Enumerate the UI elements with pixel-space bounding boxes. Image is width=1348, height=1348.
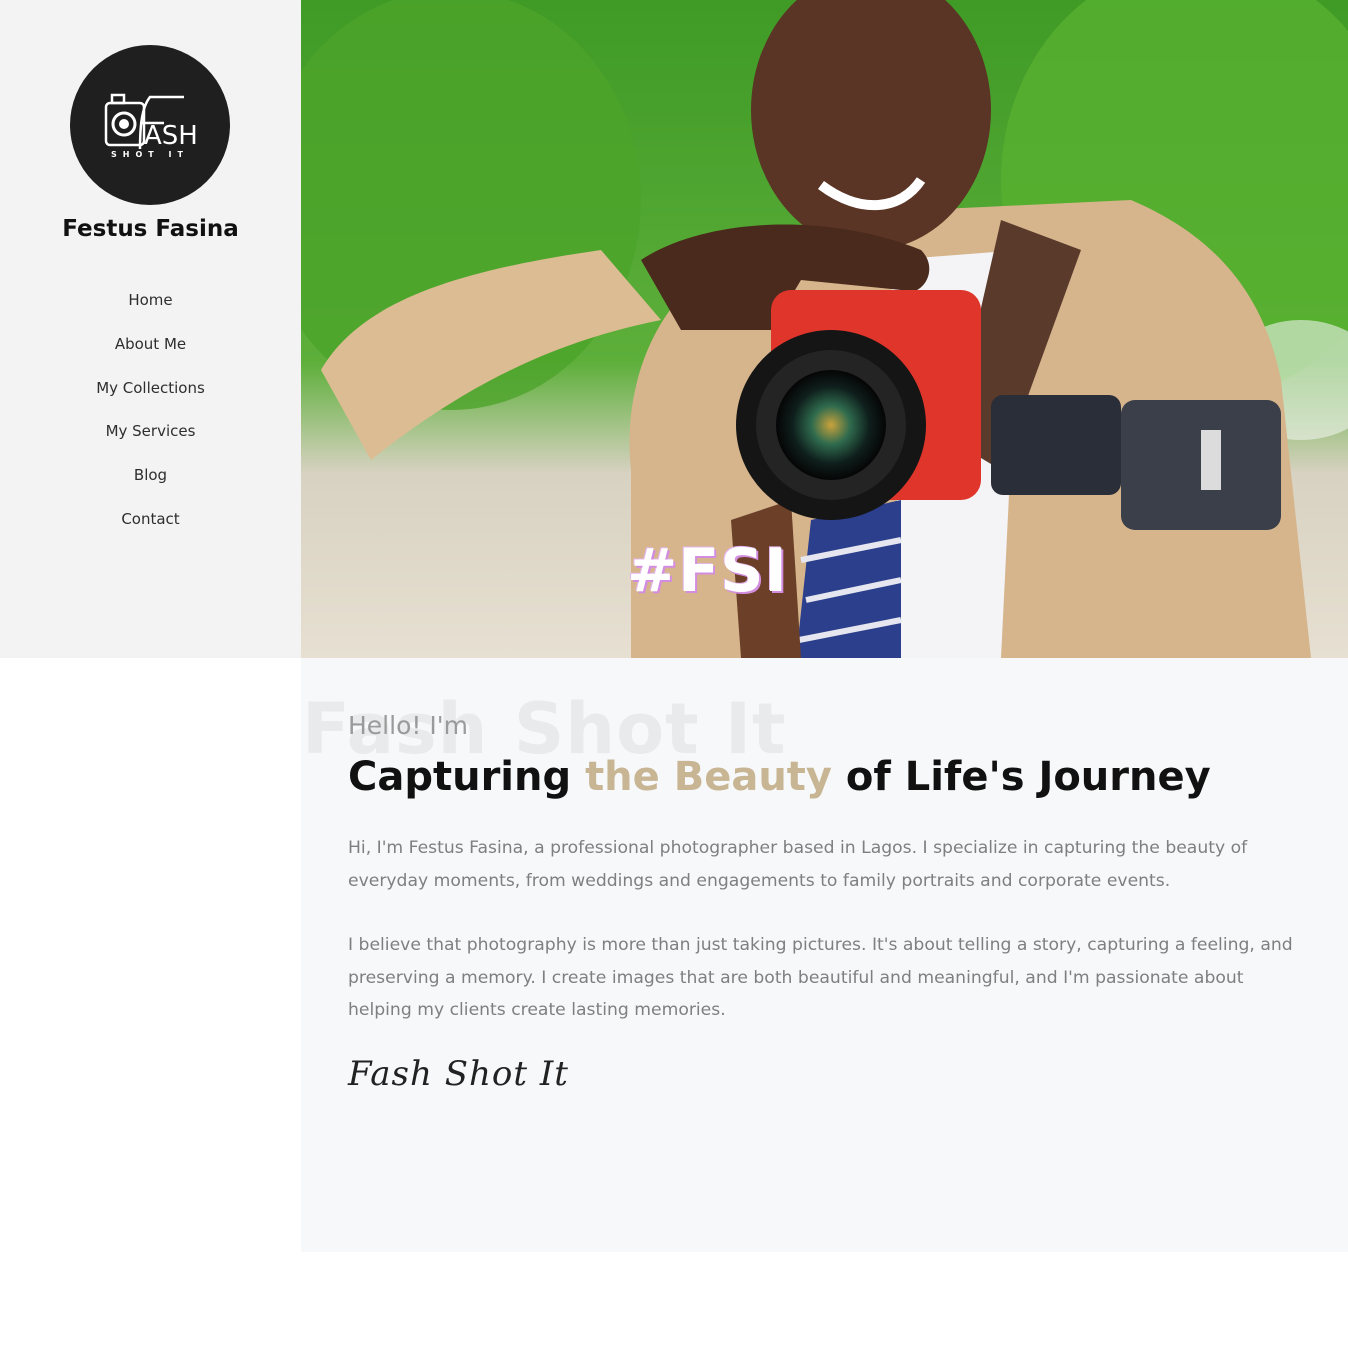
- about-section: Fash Shot It Hello! I'm Capturing the Be…: [301, 658, 1348, 1252]
- page-title: Capturing the Beauty of Life's Journey: [348, 754, 1211, 800]
- main-nav: Home About Me My Collections My Services…: [0, 286, 301, 549]
- sidebar: ASH SHOT IT Festus Fasina Home About Me …: [0, 0, 301, 658]
- philosophy-paragraph: I believe that photography is more than …: [348, 935, 1293, 1020]
- nav-my-services[interactable]: My Services: [0, 417, 301, 461]
- headline-part1: Capturing: [348, 754, 586, 800]
- hero-image: #FSI: [301, 0, 1348, 658]
- logo-tagline: SHOT IT: [111, 150, 189, 159]
- nav-contact[interactable]: Contact: [0, 505, 301, 549]
- logo-wordmark: ASH: [144, 121, 198, 151]
- headline-accent: the Beauty: [585, 754, 832, 800]
- intro-paragraph: Hi, I'm Festus Fasina, a professional ph…: [348, 838, 1248, 891]
- photographer-photo: [301, 0, 1348, 658]
- brand-name: Festus Fasina: [62, 216, 239, 242]
- nav-about-me[interactable]: About Me: [0, 330, 301, 374]
- hero-hashtag: #FSI: [627, 536, 788, 606]
- signature: Fash Shot It: [348, 1054, 569, 1094]
- nav-my-collections[interactable]: My Collections: [0, 374, 301, 418]
- nav-blog[interactable]: Blog: [0, 461, 301, 505]
- nav-home[interactable]: Home: [0, 286, 301, 330]
- logo[interactable]: ASH SHOT IT: [70, 45, 230, 205]
- headline-part2: of Life's Journey: [832, 754, 1211, 800]
- greeting: Hello! I'm: [348, 711, 468, 740]
